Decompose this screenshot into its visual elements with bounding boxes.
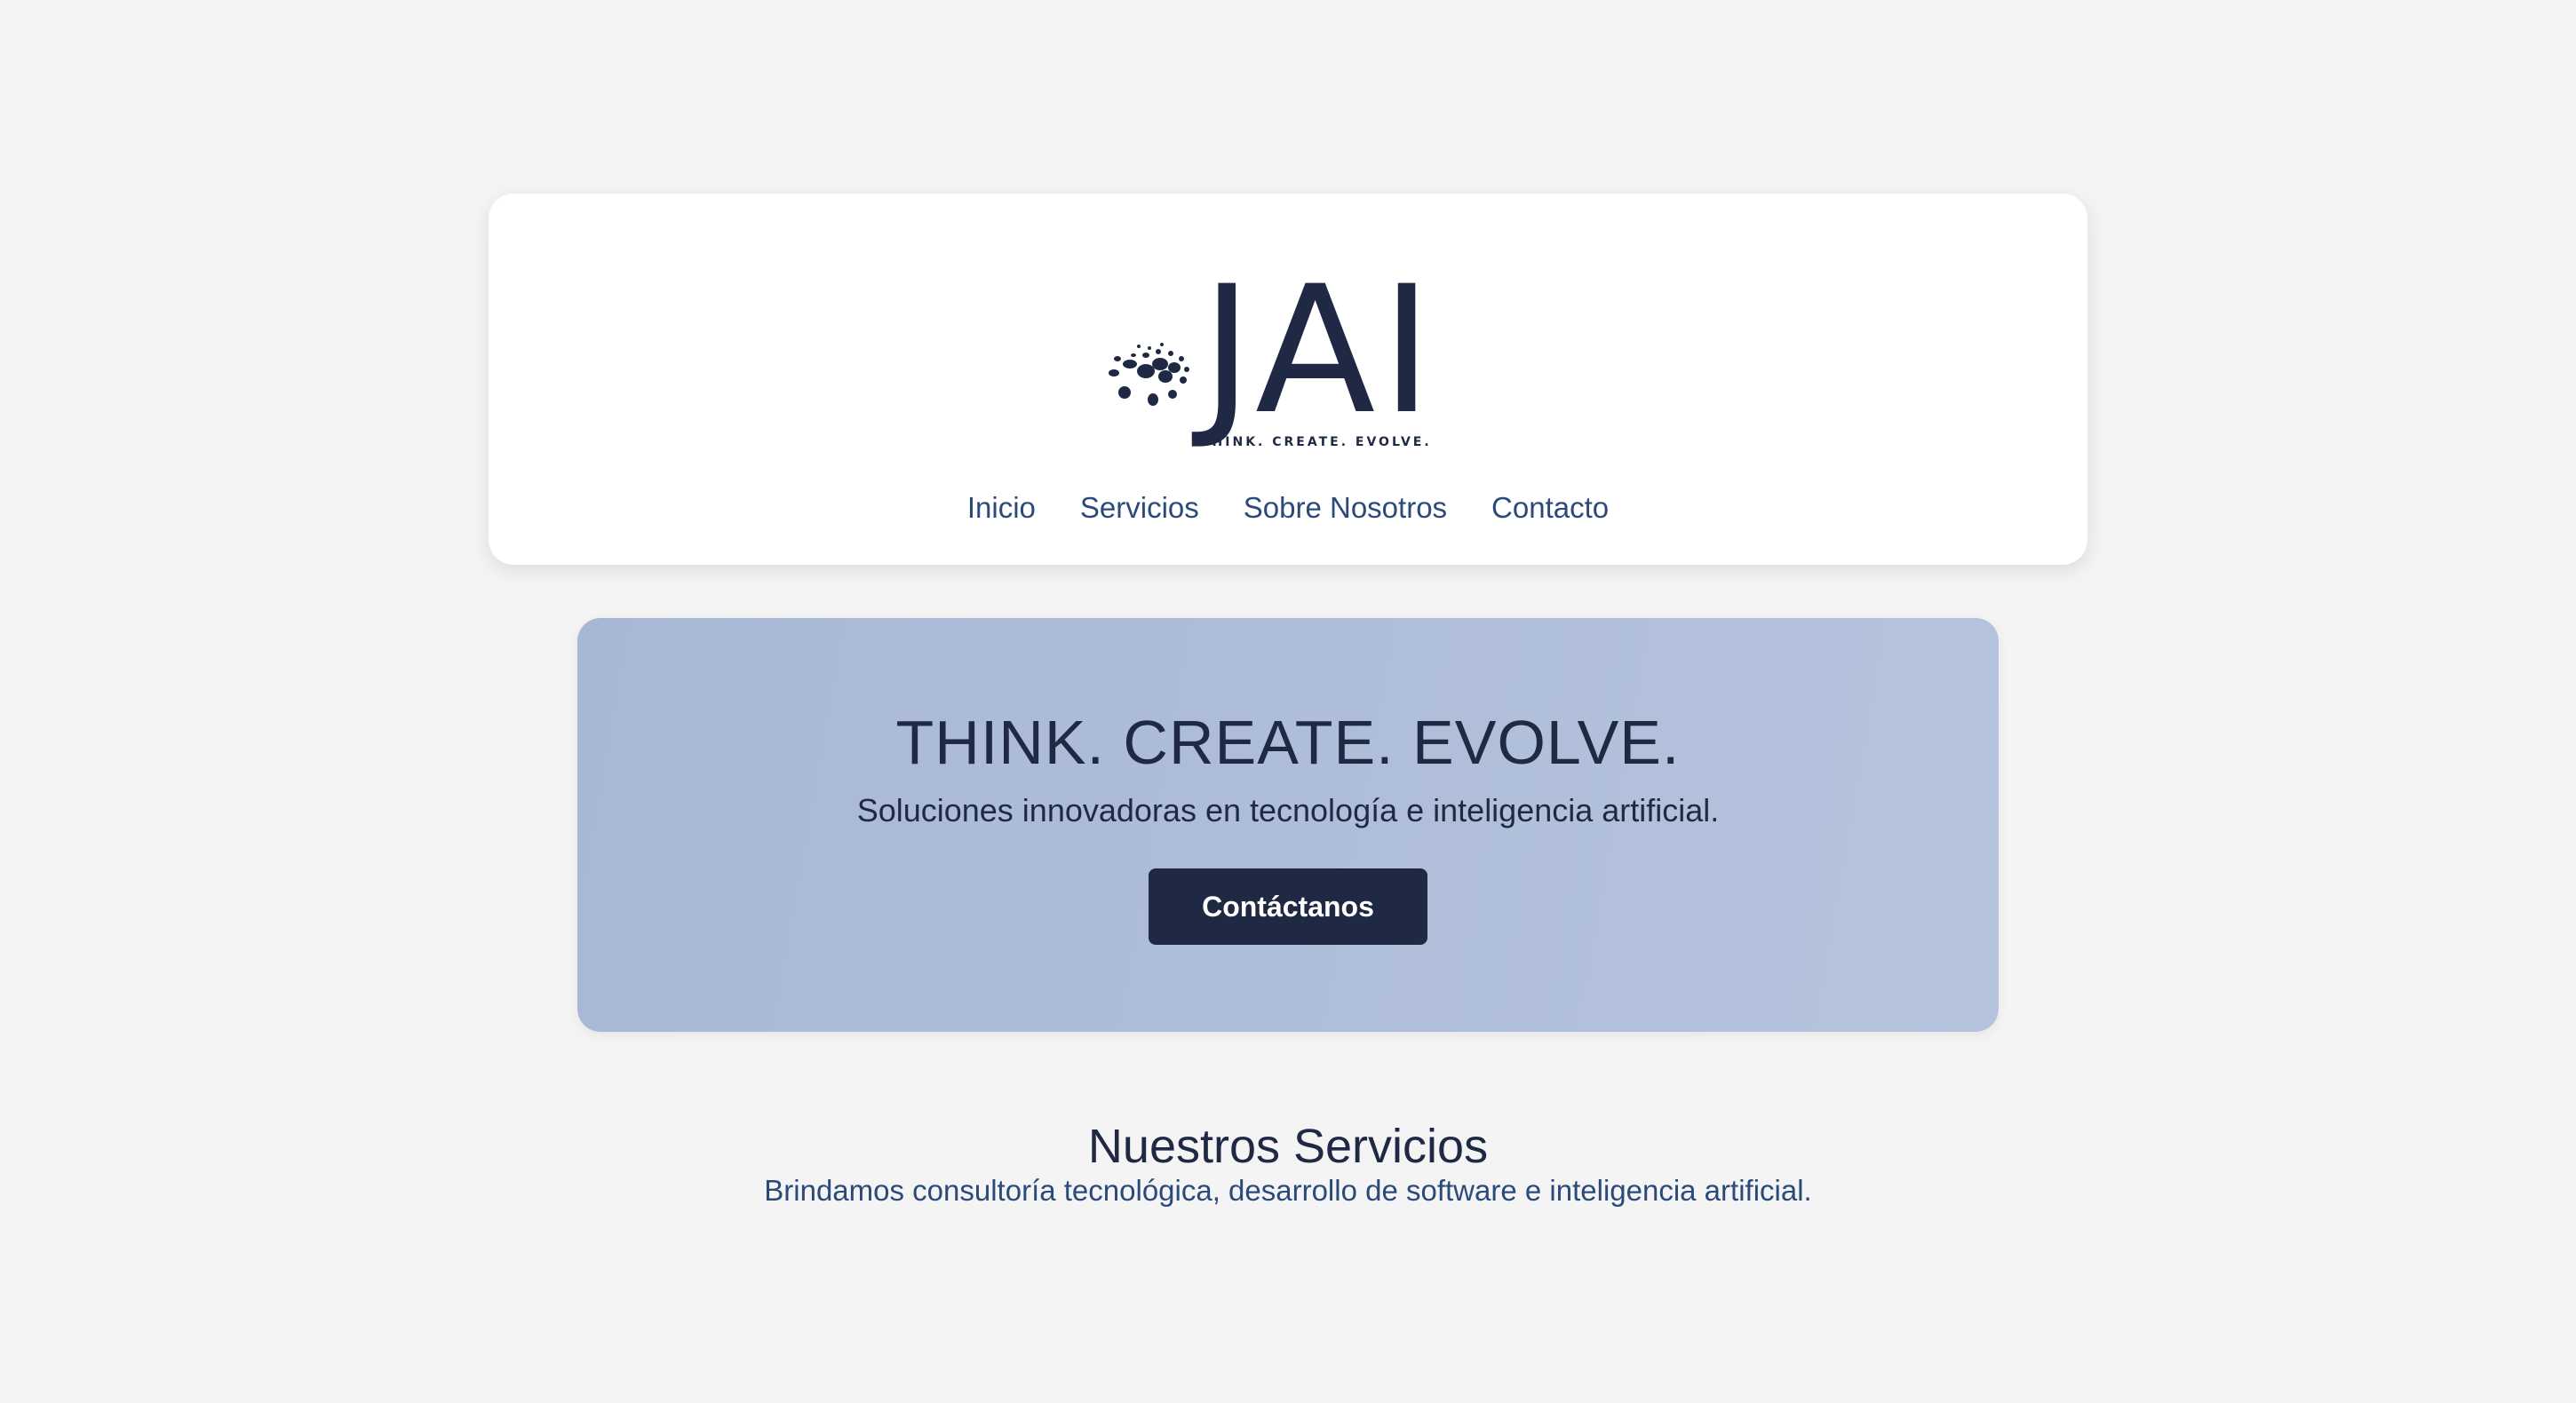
services-title: Nuestros Servicios xyxy=(1087,1120,1489,1173)
main-nav: Inicio Servicios Sobre Nosotros Contacto xyxy=(489,491,2087,525)
logo-tagline: THINK. CREATE. EVOLVE. xyxy=(1201,435,1432,449)
hero-banner: THINK. CREATE. EVOLVE. Soluciones innova… xyxy=(577,618,1999,1032)
dots-sphere-icon xyxy=(1109,343,1189,406)
nav-item-contacto[interactable]: Contacto xyxy=(1491,491,1609,525)
contact-button[interactable]: Contáctanos xyxy=(1149,868,1427,945)
brand-logo[interactable]: JAI THINK. CREATE. EVOLVE. xyxy=(1100,263,1433,458)
services-description: Brindamos consultoría tecnológica, desar… xyxy=(764,1174,1812,1207)
nav-item-servicios[interactable]: Servicios xyxy=(1080,491,1199,525)
hero-subtitle: Soluciones innovadoras en tecnología e i… xyxy=(856,792,1720,828)
hero-title: THINK. CREATE. EVOLVE. xyxy=(895,708,1681,777)
nav-item-inicio[interactable]: Inicio xyxy=(967,491,1036,525)
nav-item-sobre-nosotros[interactable]: Sobre Nosotros xyxy=(1244,491,1447,525)
logo-wordmark: JAI xyxy=(1201,248,1438,453)
